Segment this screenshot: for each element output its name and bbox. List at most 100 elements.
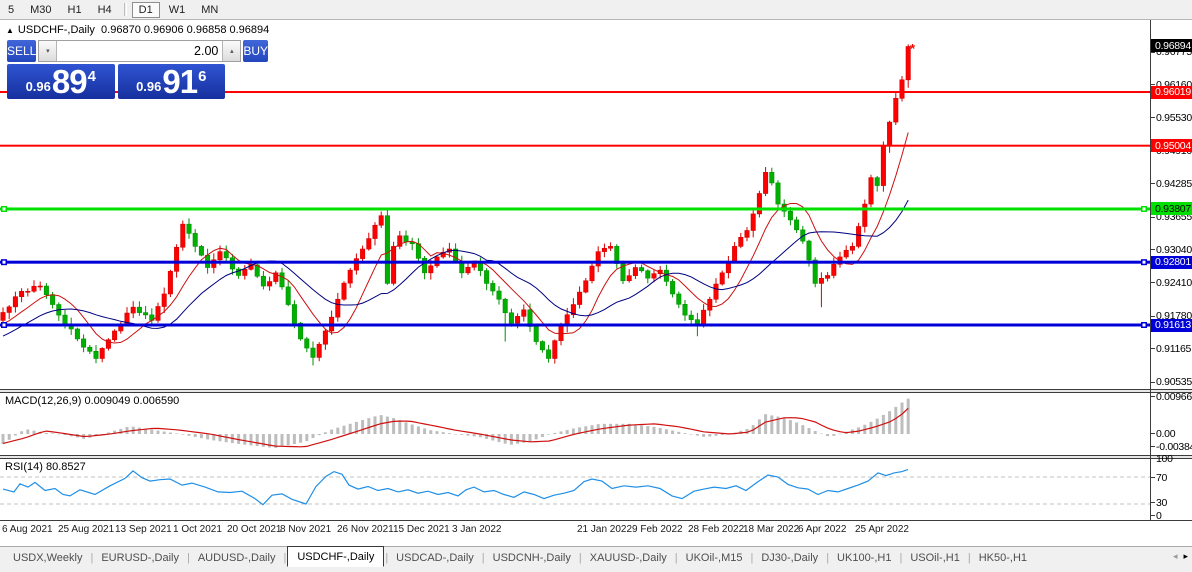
- macd-histogram-bar: [473, 434, 476, 436]
- date-axis-label: 21 Jan 2022: [577, 524, 632, 535]
- macd-histogram-bar: [194, 434, 197, 437]
- candle-body: [38, 286, 42, 287]
- candle-body: [608, 246, 612, 248]
- macd-histogram-bar: [175, 433, 178, 434]
- chart-tab-xauusd[interactable]: XAUUSD-,Daily: [583, 549, 674, 567]
- buy-button[interactable]: BUY: [243, 40, 268, 62]
- sell-price-display[interactable]: 0.96 89 4: [7, 64, 115, 99]
- chart-tab-hk50[interactable]: HK50-,H1: [972, 549, 1034, 567]
- chart-tab-eurusd[interactable]: EURUSD-,Daily: [94, 549, 186, 567]
- candle-body: [770, 172, 774, 183]
- chart-ohlc-values: 0.96870 0.96906 0.96858 0.96894: [101, 24, 269, 36]
- macd-histogram-bar: [584, 426, 587, 434]
- candle-body: [218, 252, 222, 260]
- macd-histogram-bar: [293, 434, 296, 444]
- price-tick-label: 0.92410: [1156, 277, 1192, 289]
- macd-histogram-bar: [299, 434, 302, 443]
- rsi-indicator-panel[interactable]: [0, 459, 1150, 520]
- macd-histogram-bar: [907, 399, 910, 434]
- chart-tab-dj30[interactable]: DJ30-,Daily: [754, 549, 825, 567]
- macd-histogram-bar: [671, 431, 674, 434]
- macd-histogram-bar: [33, 431, 36, 434]
- macd-histogram-bar: [646, 426, 649, 434]
- chart-tab-usdx[interactable]: USDX,Weekly: [6, 549, 89, 567]
- macd-histogram-bar: [8, 434, 11, 440]
- sell-button[interactable]: SELL: [7, 40, 36, 62]
- volume-decrease-button[interactable]: ▾: [39, 41, 57, 61]
- timeframe-button-w1[interactable]: W1: [162, 2, 193, 18]
- chart-tab-audusd[interactable]: AUDUSD-,Daily: [191, 549, 283, 567]
- chart-symbol-label: USDCHF-,Daily: [18, 24, 95, 36]
- candle-body: [664, 270, 668, 281]
- candle-body: [534, 327, 538, 342]
- horizontal-level-line[interactable]: [0, 207, 1150, 210]
- macd-histogram-bar: [51, 433, 54, 434]
- macd-histogram-bar: [225, 434, 228, 442]
- timeframe-button-h1[interactable]: H1: [61, 2, 89, 18]
- candle-body: [32, 286, 36, 291]
- level-price-badge: 0.96019: [1151, 86, 1192, 99]
- level-price-badge: 0.93807: [1151, 202, 1192, 215]
- tab-separator: |: [482, 552, 485, 564]
- candle-body: [825, 275, 829, 278]
- tab-separator: |: [90, 552, 93, 564]
- candle-body: [522, 310, 526, 317]
- date-axis-label: 20 Oct 2021: [227, 524, 281, 535]
- candle-body: [627, 276, 631, 281]
- candle-body: [900, 80, 904, 99]
- candle-body: [187, 224, 191, 233]
- volume-increase-button[interactable]: ▴: [222, 41, 240, 61]
- timeframe-button-d1[interactable]: D1: [132, 2, 160, 18]
- chart-tab-usdcad[interactable]: USDCAD-,Daily: [389, 549, 481, 567]
- candle-body: [360, 249, 364, 259]
- macd-histogram-bar: [256, 434, 259, 446]
- candle-body: [689, 315, 693, 320]
- timeframe-toolbar: 5M30H1H4 D1W1MN: [0, 0, 1192, 20]
- candle-body: [131, 307, 135, 313]
- timeframe-button-h4[interactable]: H4: [91, 2, 119, 18]
- macd-histogram-bar: [157, 431, 160, 434]
- chart-tab-usoil[interactable]: USOil-,H1: [903, 549, 967, 567]
- tab-separator: |: [385, 552, 388, 564]
- chart-tab-usdcnh[interactable]: USDCNH-,Daily: [486, 549, 578, 567]
- candle-body: [379, 216, 383, 226]
- candle-body: [683, 304, 687, 315]
- macd-histogram-bar: [467, 434, 470, 436]
- macd-histogram-bar: [820, 434, 823, 435]
- chart-tab-usdchf[interactable]: USDCHF-,Daily: [287, 546, 384, 567]
- macd-histogram-bar: [702, 434, 705, 437]
- tab-scroll-left-icon[interactable]: ◂: [1173, 551, 1178, 561]
- macd-histogram-bar: [640, 425, 643, 434]
- chart-tab-uk100[interactable]: UK100-,H1: [830, 549, 898, 567]
- macd-histogram-bar: [324, 432, 327, 434]
- volume-input[interactable]: [57, 41, 222, 61]
- macd-histogram-bar: [181, 434, 184, 435]
- candle-body: [844, 250, 848, 257]
- macd-histogram-bar: [615, 424, 618, 434]
- macd-histogram-bar: [423, 428, 426, 434]
- buy-price-display[interactable]: 0.96 91 6: [118, 64, 226, 99]
- chart-tab-ukoil[interactable]: UKOil-,M15: [679, 549, 750, 567]
- price-marker-asterisk[interactable]: *: [910, 41, 916, 56]
- timeframe-button-mn[interactable]: MN: [194, 2, 225, 18]
- macd-histogram-bar: [677, 432, 680, 434]
- collapse-triangle-icon[interactable]: ▲: [6, 26, 14, 35]
- candle-body: [497, 291, 501, 299]
- rsi-line: [3, 470, 908, 505]
- candle-body: [677, 294, 681, 304]
- volume-stepper: ▾ ▴: [38, 40, 241, 62]
- candle-body: [590, 266, 594, 281]
- candle-body: [112, 331, 116, 340]
- horizontal-level-line[interactable]: [0, 261, 1150, 264]
- time-axis-border: [0, 520, 1192, 521]
- candle-body: [540, 342, 544, 350]
- candle-body: [509, 313, 513, 323]
- timeframe-button-5[interactable]: 5: [1, 2, 21, 18]
- timeframe-button-m30[interactable]: M30: [23, 2, 58, 18]
- candle-body: [181, 224, 185, 247]
- horizontal-level-line[interactable]: [0, 324, 1150, 327]
- tab-scroll-right-icon[interactable]: ▸: [1183, 551, 1188, 561]
- horizontal-level-line[interactable]: [0, 145, 1150, 147]
- date-axis-label: 26 Nov 2021: [337, 524, 394, 535]
- ma-slow-line[interactable]: [3, 200, 908, 336]
